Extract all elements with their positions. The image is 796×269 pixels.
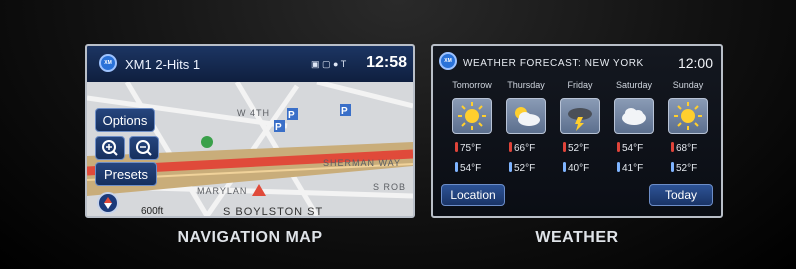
thermometer-hot-icon xyxy=(617,142,620,152)
high-temp-value: 54°F xyxy=(622,143,644,154)
partly-cloudy-icon xyxy=(506,98,546,134)
zoom-in-button[interactable] xyxy=(95,136,125,160)
low-temp-value: 40°F xyxy=(568,163,590,174)
weather-title: WEATHER FORECAST: NEW YORK xyxy=(463,58,644,69)
sun-icon xyxy=(668,98,708,134)
day-label: Sunday xyxy=(672,80,704,90)
clock: 12:00 xyxy=(677,55,713,71)
high-temp: 75°F xyxy=(455,142,481,154)
high-temp-value: 52°F xyxy=(568,143,590,154)
low-temp: 52°F xyxy=(509,162,535,174)
map-street-label: S ROB xyxy=(373,182,407,192)
xm-logo: XM xyxy=(439,52,457,70)
low-temp: 41°F xyxy=(617,162,643,174)
high-temp-value: 68°F xyxy=(676,143,698,154)
zoom-out-icon xyxy=(136,140,152,156)
thermometer-hot-icon xyxy=(455,142,458,152)
nav-header: XM XM1 2-Hits 1 ▣ ▢ ● T 12:58 xyxy=(87,46,413,82)
low-temp-value: 52°F xyxy=(676,163,698,174)
map-street-label: SHERMAN WAY xyxy=(323,158,402,168)
thermometer-hot-icon xyxy=(671,142,674,152)
thermometer-cold-icon xyxy=(671,162,674,172)
location-button[interactable]: Location xyxy=(441,184,505,206)
zoom-in-icon xyxy=(102,140,118,156)
thermometer-cold-icon xyxy=(563,162,566,172)
high-temp-value: 66°F xyxy=(514,143,536,154)
thermometer-cold-icon xyxy=(509,162,512,172)
clock: 12:58 xyxy=(366,54,407,71)
sun-icon xyxy=(452,98,492,134)
thermometer-cold-icon xyxy=(455,162,458,172)
status-icons: ▣ ▢ ● T xyxy=(311,59,347,69)
high-temp: 52°F xyxy=(563,142,589,154)
thermometer-hot-icon xyxy=(509,142,512,152)
navigation-screen: P P P W 4TH SHERMAN WAY MARYLAN S ROB XM… xyxy=(85,44,415,218)
svg-text:P: P xyxy=(288,110,295,121)
day-label: Thursday xyxy=(507,80,545,90)
svg-text:P: P xyxy=(275,122,282,133)
day-label: Saturday xyxy=(615,80,653,90)
cloudy-icon xyxy=(614,98,654,134)
current-street: S BOYLSTON ST xyxy=(223,206,324,218)
zoom-out-button[interactable] xyxy=(129,136,159,160)
map-street-label: MARYLAN xyxy=(197,186,248,196)
high-temp: 54°F xyxy=(617,142,643,154)
today-button[interactable]: Today xyxy=(649,184,713,206)
presets-button[interactable]: Presets xyxy=(95,162,157,186)
xm-logo: XM xyxy=(99,54,117,72)
low-temp-value: 54°F xyxy=(460,163,482,174)
high-temp: 66°F xyxy=(509,142,535,154)
low-temp-value: 41°F xyxy=(622,163,644,174)
compass-button[interactable] xyxy=(97,192,119,214)
day-label: Tomorrow xyxy=(452,80,492,90)
map-scale: 600ft xyxy=(141,206,164,217)
compass-icon xyxy=(104,197,112,209)
navigation-caption: NAVIGATION MAP xyxy=(177,229,323,246)
low-temp: 52°F xyxy=(671,162,697,174)
station-title: XM1 2-Hits 1 xyxy=(125,57,201,72)
high-temp-value: 75°F xyxy=(460,143,482,154)
day-label: Friday xyxy=(567,80,593,90)
svg-text:P: P xyxy=(341,106,348,117)
storm-icon xyxy=(560,98,600,134)
thermometer-hot-icon xyxy=(563,142,566,152)
weather-screen: XM WEATHER FORECAST: NEW YORK 12:00 Tomo… xyxy=(431,44,723,218)
low-temp-value: 52°F xyxy=(514,163,536,174)
thermometer-cold-icon xyxy=(617,162,620,172)
weather-caption: WEATHER xyxy=(535,229,619,246)
low-temp: 54°F xyxy=(455,162,481,174)
high-temp: 68°F xyxy=(671,142,697,154)
options-button[interactable]: Options xyxy=(95,108,155,132)
low-temp: 40°F xyxy=(563,162,589,174)
map-street-label: W 4TH xyxy=(237,108,270,118)
